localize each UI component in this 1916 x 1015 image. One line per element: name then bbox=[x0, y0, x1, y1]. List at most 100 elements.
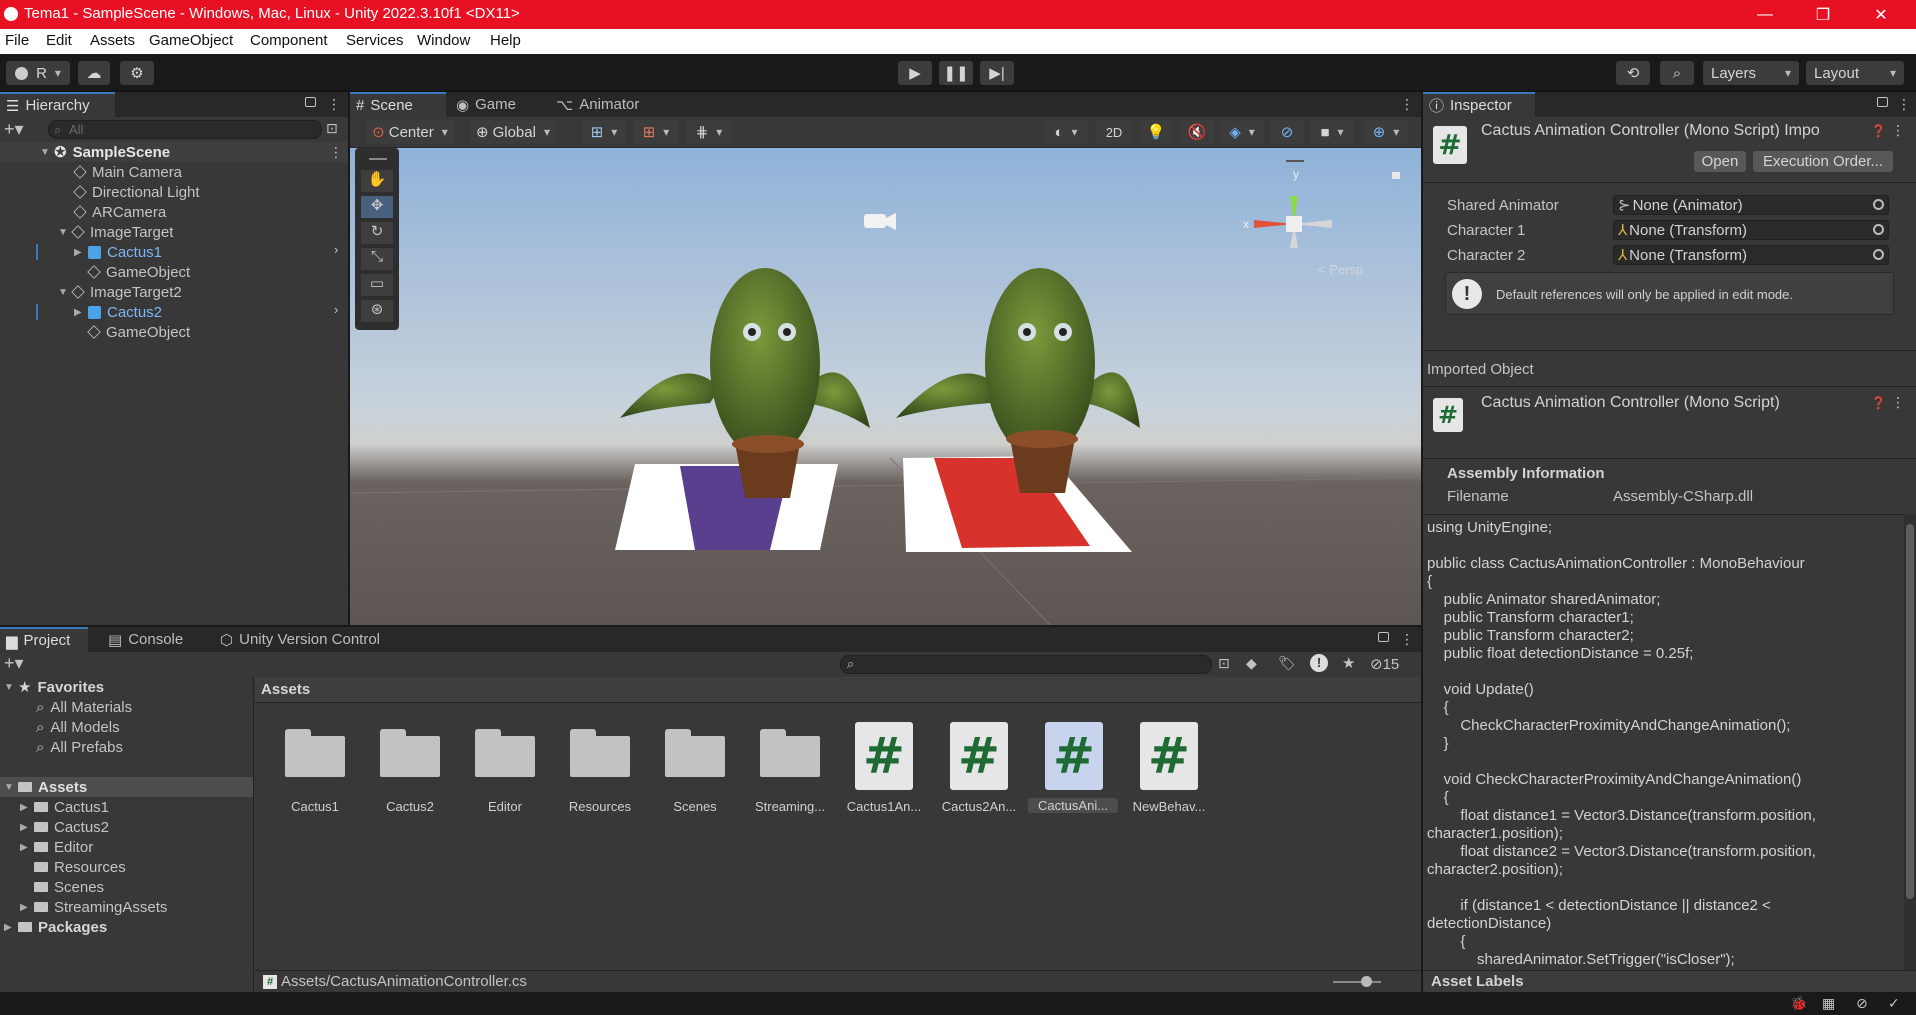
hierarchy-item-samplescene[interactable]: ▼ ✪ SampleScene bbox=[40, 142, 170, 162]
asset-folder-icon[interactable] bbox=[570, 729, 630, 777]
shared-animator-field[interactable]: ⊱ None (Animator) bbox=[1613, 195, 1889, 215]
script-file-icon-selected[interactable]: # bbox=[1045, 722, 1103, 790]
asset-label[interactable]: Cactus1 bbox=[268, 799, 362, 814]
search-icon[interactable]: ⌕ bbox=[1660, 61, 1694, 85]
scene-kebab-icon[interactable]: ⋮ bbox=[329, 144, 343, 161]
pause-button[interactable]: ❚❚ bbox=[939, 61, 973, 85]
tree-folder-editor[interactable]: ▶ Editor bbox=[20, 837, 93, 857]
menu-file[interactable]: File bbox=[5, 32, 29, 49]
menu-services[interactable]: Services bbox=[346, 32, 404, 49]
scene-visibility-icon[interactable]: ⊡ bbox=[326, 120, 338, 137]
hierarchy-item-cactus2[interactable]: ▶ Cactus2 bbox=[74, 302, 162, 322]
asset-label[interactable]: Scenes bbox=[648, 799, 742, 814]
tree-folder-cactus1[interactable]: ▶ Cactus1 bbox=[20, 797, 109, 817]
maximize-button[interactable]: ❐ bbox=[1794, 0, 1852, 29]
kebab-menu-icon[interactable]: ⋮ bbox=[1897, 96, 1911, 113]
asset-label[interactable]: Streaming... bbox=[743, 799, 837, 814]
open-prefab-arrow-icon[interactable]: › bbox=[334, 242, 338, 257]
increment-snap-dropdown[interactable]: ⋕ bbox=[686, 120, 732, 144]
scrollbar-thumb[interactable] bbox=[1906, 524, 1914, 899]
object-picker-icon[interactable] bbox=[1873, 249, 1884, 260]
pivot-dropdown[interactable]: ⊙ Center bbox=[366, 120, 454, 144]
open-button[interactable]: Open bbox=[1694, 151, 1746, 172]
hierarchy-search-input[interactable]: ⌕ All bbox=[48, 120, 322, 139]
hierarchy-item-directional-light[interactable]: Directional Light bbox=[73, 182, 200, 202]
hand-tool-icon[interactable]: ✋ bbox=[361, 170, 393, 192]
scene-viewport[interactable]: y x < Persp ✋ ✥ ↻ ⤡ ▭ ⊛ bbox=[350, 148, 1421, 625]
filter-type-icon[interactable]: ◆ bbox=[1246, 655, 1257, 672]
minimize-button[interactable]: — bbox=[1736, 0, 1794, 29]
help-icon[interactable]: ❓ bbox=[1871, 124, 1886, 138]
kebab-menu-icon[interactable]: ⋮ bbox=[1400, 96, 1414, 113]
lock-icon[interactable] bbox=[1877, 97, 1888, 107]
hierarchy-item-gameobject-2[interactable]: GameObject bbox=[87, 322, 190, 342]
hierarchy-item-imagetarget2[interactable]: ▼ ImageTarget2 bbox=[58, 282, 182, 302]
kebab-menu-icon[interactable]: ⋮ bbox=[327, 96, 341, 113]
menu-component[interactable]: Component bbox=[250, 32, 328, 49]
lock-icon[interactable] bbox=[305, 97, 316, 107]
menu-assets[interactable]: Assets bbox=[90, 32, 135, 49]
fav-all-prefabs[interactable]: ⌕ All Prefabs bbox=[36, 737, 123, 757]
execution-order-button[interactable]: Execution Order... bbox=[1753, 151, 1893, 172]
fav-all-materials[interactable]: ⌕ All Materials bbox=[36, 697, 132, 717]
tab-game[interactable]: ◉ Game bbox=[450, 92, 522, 117]
character1-field[interactable]: ⅄ None (Transform) bbox=[1613, 220, 1889, 240]
tab-version-control[interactable]: ⬡ Unity Version Control bbox=[214, 627, 386, 652]
lock-icon[interactable] bbox=[1378, 632, 1389, 642]
asset-label[interactable]: Editor bbox=[458, 799, 552, 814]
2d-toggle[interactable]: 2D bbox=[1096, 120, 1132, 144]
network-icon[interactable]: ⊘ bbox=[1856, 995, 1868, 1012]
tree-folder-cactus2[interactable]: ▶ Cactus2 bbox=[20, 817, 109, 837]
history-icon[interactable]: ⟲ bbox=[1616, 61, 1650, 85]
space-dropdown[interactable]: ⊕ Global bbox=[470, 120, 556, 144]
camera-dropdown[interactable]: ■ bbox=[1310, 120, 1354, 144]
object-picker-icon[interactable] bbox=[1873, 199, 1884, 210]
kebab-menu-icon[interactable]: ⋮ bbox=[1400, 631, 1414, 648]
asset-label-selected[interactable]: CactusAni... bbox=[1028, 798, 1118, 813]
asset-label[interactable]: NewBehav... bbox=[1122, 799, 1216, 814]
favorite-star-icon[interactable]: ★ bbox=[1342, 654, 1355, 672]
notifications-icon[interactable]: ✓ bbox=[1888, 995, 1900, 1012]
draw-mode-dropdown[interactable]: ◐ bbox=[1044, 120, 1088, 144]
inspector-scrollbar[interactable] bbox=[1904, 514, 1916, 978]
component-kebab-icon[interactable]: ⋮ bbox=[1891, 122, 1905, 139]
effects-dropdown[interactable]: ◈ bbox=[1220, 120, 1264, 144]
overlay-handle-icon[interactable] bbox=[1286, 160, 1304, 162]
grid-snap-dropdown[interactable]: ⊞ bbox=[582, 120, 626, 144]
tab-scene[interactable]: # Scene bbox=[350, 92, 446, 117]
menu-window[interactable]: Window bbox=[417, 32, 470, 49]
hidden-packages-toggle[interactable]: ⊘15 bbox=[1370, 655, 1399, 673]
tree-folder-streamingassets[interactable]: ▶ StreamingAssets bbox=[20, 897, 167, 917]
tab-hierarchy[interactable]: ☰ Hierarchy bbox=[0, 92, 115, 117]
slider-thumb[interactable] bbox=[1361, 976, 1372, 987]
asset-folder-icon[interactable] bbox=[475, 729, 535, 777]
alert-icon[interactable]: ! bbox=[1310, 654, 1328, 672]
play-button[interactable]: ▶ bbox=[898, 61, 932, 85]
asset-folder-icon[interactable] bbox=[665, 729, 725, 777]
menu-gameobject[interactable]: GameObject bbox=[149, 32, 233, 49]
hierarchy-item-cactus1[interactable]: ▶ Cactus1 bbox=[74, 242, 162, 262]
asset-labels-bar[interactable]: Asset Labels bbox=[1423, 970, 1916, 992]
tab-inspector[interactable]: ⓘ Inspector bbox=[1423, 92, 1535, 117]
character2-field[interactable]: ⅄ None (Transform) bbox=[1613, 245, 1889, 265]
asset-folder-icon[interactable] bbox=[380, 729, 440, 777]
hierarchy-item-main-camera[interactable]: Main Camera bbox=[73, 162, 182, 182]
layers-dropdown[interactable]: Layers bbox=[1703, 61, 1799, 85]
lighting-toggle-icon[interactable]: 💡 bbox=[1139, 120, 1173, 144]
tree-folder-scenes[interactable]: Scenes bbox=[34, 877, 104, 897]
gizmo-lock-icon[interactable] bbox=[1392, 172, 1400, 179]
label-filter-icon[interactable]: 🏷 bbox=[1278, 655, 1296, 672]
transform-tool-icon[interactable]: ⊛ bbox=[361, 300, 393, 322]
search-by-type-icon[interactable]: ⊡ bbox=[1218, 655, 1230, 672]
account-button[interactable]: R bbox=[6, 61, 70, 85]
layout-dropdown[interactable]: Layout bbox=[1806, 61, 1904, 85]
hierarchy-item-imagetarget[interactable]: ▼ ImageTarget bbox=[58, 222, 173, 242]
asset-label[interactable]: Cactus2An... bbox=[932, 799, 1026, 814]
asset-label[interactable]: Cactus2 bbox=[363, 799, 457, 814]
cache-server-icon[interactable]: ▦ bbox=[1822, 995, 1835, 1012]
add-icon[interactable]: +▾ bbox=[4, 119, 24, 140]
hidden-objects-icon[interactable]: ⊘ bbox=[1270, 120, 1304, 144]
favorites-header[interactable]: ▼ ★ Favorites bbox=[4, 677, 104, 697]
icon-size-slider[interactable] bbox=[1333, 976, 1381, 987]
hierarchy-item-gameobject-1[interactable]: GameObject bbox=[87, 262, 190, 282]
